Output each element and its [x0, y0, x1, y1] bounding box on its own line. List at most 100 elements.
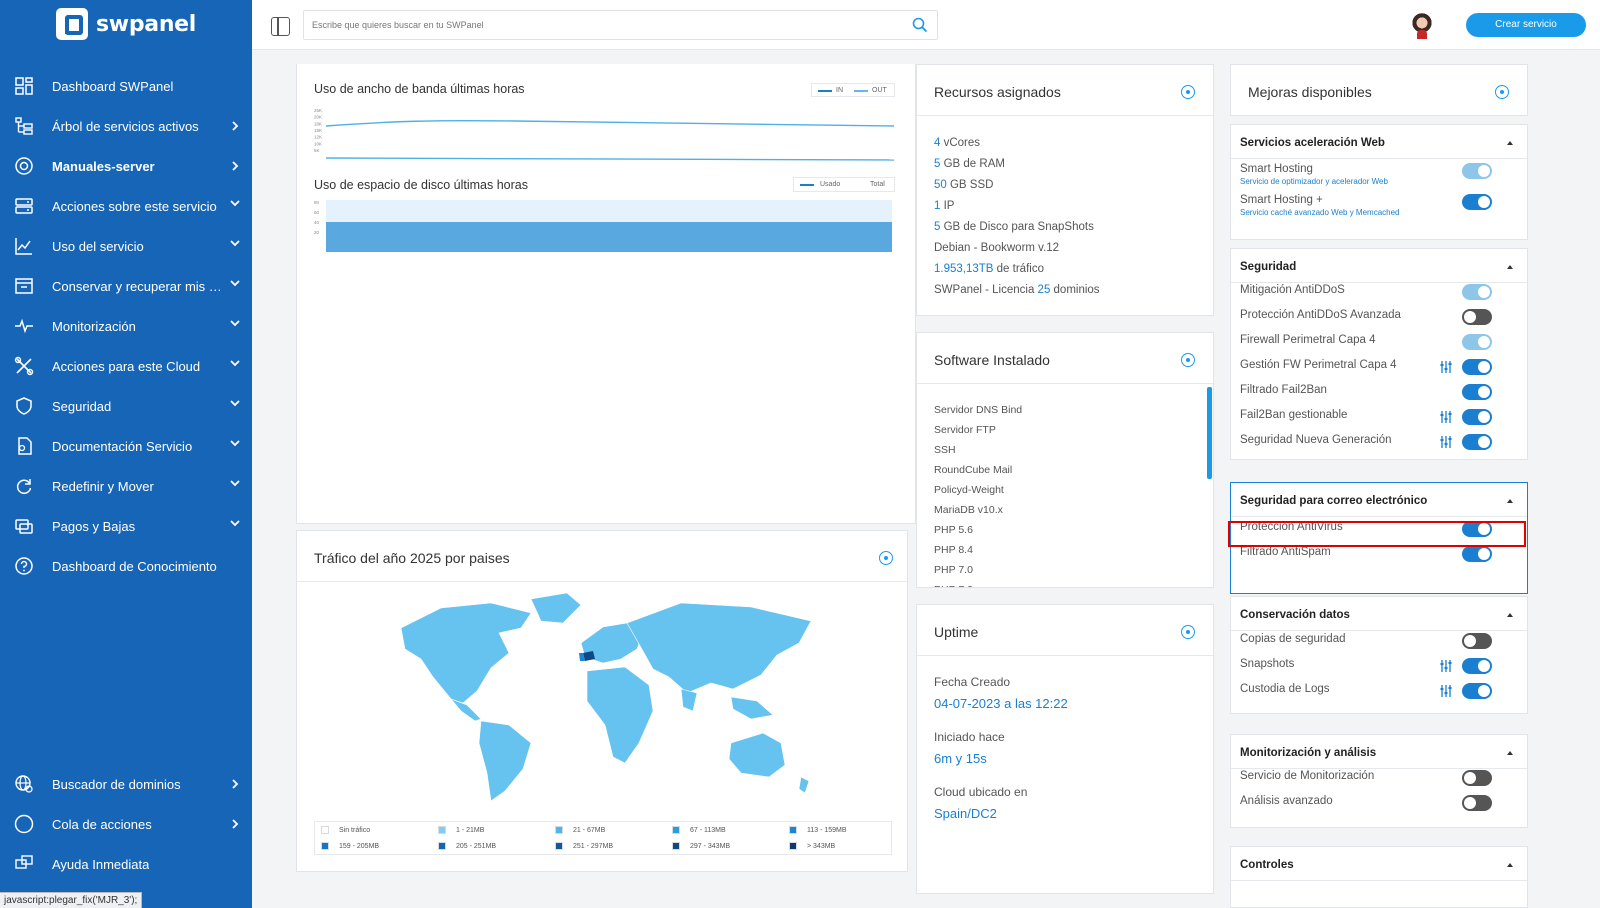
section-title: Monitorización y análisis: [1240, 747, 1377, 759]
software-scrollbar[interactable]: [1207, 387, 1212, 479]
collapse-caret-icon[interactable]: [1507, 751, 1513, 755]
collapse-caret-icon[interactable]: [1507, 499, 1513, 503]
resource-line: 5 GB de Disco para SnapShots: [934, 221, 1094, 233]
legend-label: 205 - 251MB: [456, 842, 497, 850]
traffic-info-icon[interactable]: [879, 551, 893, 565]
software-item: MariaDB v10.x: [934, 504, 1003, 516]
option-toggle[interactable]: [1462, 309, 1492, 325]
sidebar-item-dashboard-de-conocimiento[interactable]: Dashboard de Conocimiento: [0, 550, 252, 582]
sidebar-item-seguridad[interactable]: Seguridad: [0, 390, 252, 422]
sidebar-item-acciones-para-este-cloud[interactable]: Acciones para este Cloud: [0, 350, 252, 382]
create-service-button[interactable]: Crear servicio: [1466, 13, 1586, 37]
resource-line: 1 IP: [934, 200, 954, 212]
map-asia: [626, 602, 812, 694]
collapse-sidebar-icon[interactable]: [271, 16, 290, 36]
sidebar-item-uso-del-servicio[interactable]: Uso del servicio: [0, 230, 252, 262]
sidebar-item-buscador-de-dominios[interactable]: Buscador de dominios: [0, 768, 252, 800]
resource-value: 25: [1037, 284, 1051, 296]
resources-info-icon[interactable]: [1181, 85, 1195, 99]
option-toggle[interactable]: [1462, 284, 1492, 300]
resource-line: 5 GB de RAM: [934, 158, 1005, 170]
option-label: Mitigación AntiDDoS: [1240, 284, 1345, 296]
improvements-section: Conservación datos Copias de seguridad Sna…: [1230, 596, 1528, 714]
option-toggle[interactable]: [1462, 658, 1492, 674]
sidebar-item-manuales-server[interactable]: Manuales-server: [0, 150, 252, 182]
option-toggle[interactable]: [1462, 770, 1492, 786]
settings-sliders-icon[interactable]: [1440, 436, 1452, 448]
legend-total-label: Total: [870, 181, 885, 188]
sidebar-item-monitorizacion[interactable]: Monitorización: [0, 310, 252, 342]
uptime-info-icon[interactable]: [1181, 625, 1195, 639]
collapse-caret-icon[interactable]: [1507, 613, 1513, 617]
actions-icon: [15, 198, 33, 214]
option-toggle[interactable]: [1462, 334, 1492, 350]
sidebar-item-pagos-y-bajas[interactable]: Pagos y Bajas: [0, 510, 252, 542]
legend-swatch: [321, 842, 329, 850]
traffic-title: Tráfico del año 2025 por paises: [314, 550, 510, 566]
payments-icon: [15, 519, 33, 534]
legend-label: 67 - 113MB: [690, 826, 726, 834]
search-icon[interactable]: [912, 17, 928, 33]
software-panel: Software Instalado Servidor DNS Bind Serv…: [916, 332, 1214, 588]
queue-icon: [14, 814, 34, 834]
bandwidth-in-line: [325, 119, 894, 127]
resource-value: 1.953,13TB: [934, 263, 994, 275]
map-legend-item: 297 - 343MB: [672, 842, 730, 850]
uptime-panel: Uptime Fecha Creado 04-07-2023 a las 12:…: [916, 604, 1214, 894]
sidebar-item-conservar-y-recuperar-mis-dat[interactable]: Conservar y recuperar mis dat...: [0, 270, 252, 302]
chevron-down-icon: [230, 320, 240, 327]
option-toggle[interactable]: [1462, 546, 1492, 562]
usage-charts-panel: Uso de ancho de banda últimas horas IN O…: [296, 64, 916, 524]
option-toggle[interactable]: [1462, 683, 1492, 699]
highlight-antivirus: [1228, 521, 1526, 547]
top-bar: Crear servicio: [252, 0, 1600, 50]
brand-logo[interactable]: swpanel: [56, 8, 196, 40]
option-toggle[interactable]: [1462, 163, 1492, 179]
collapse-caret-icon[interactable]: [1507, 863, 1513, 867]
refresh-icon: [16, 479, 32, 494]
y-tick-label: 60: [314, 210, 320, 215]
collapse-caret-icon[interactable]: [1507, 265, 1513, 269]
legend-label: > 343MB: [807, 842, 836, 850]
option-label: Filtrado Fail2Ban: [1240, 384, 1327, 396]
map-legend: Sin tráfico 1 - 21MB 21 - 67MB 67 - 113MB 11…: [314, 821, 892, 855]
sidebar-item-ayuda-inmediata[interactable]: Ayuda Inmediata: [0, 848, 252, 880]
chevron-down-icon: [230, 520, 240, 527]
sidebar-item-arbol-de-servicios-activos[interactable]: Árbol de servicios activos: [0, 110, 252, 142]
map-greenland: [530, 593, 582, 624]
chevron-down-icon: [230, 440, 240, 447]
option-toggle[interactable]: [1462, 434, 1492, 450]
settings-sliders-icon[interactable]: [1440, 660, 1452, 672]
sidebar-item-redefinir-y-mover[interactable]: Redefinir y Mover: [0, 470, 252, 502]
y-tick-label: 40: [314, 220, 320, 225]
settings-sliders-icon[interactable]: [1440, 361, 1452, 373]
sidebar-item-label: Uso del servicio: [52, 238, 144, 254]
search-input[interactable]: [304, 11, 894, 39]
map-legend-item: 21 - 67MB: [555, 826, 605, 834]
disk-legend: Usado Total: [793, 177, 895, 192]
map-legend-item: 113 - 159MB: [789, 826, 847, 834]
map-new-zealand: [798, 776, 810, 794]
user-avatar[interactable]: [1409, 13, 1435, 39]
software-info-icon[interactable]: [1181, 353, 1195, 367]
settings-sliders-icon[interactable]: [1440, 411, 1452, 423]
sidebar-item-cola-de-acciones[interactable]: Cola de acciones: [0, 808, 252, 840]
option-toggle[interactable]: [1462, 409, 1492, 425]
sidebar-item-documentacion-servicio[interactable]: Documentación Servicio: [0, 430, 252, 462]
option-toggle[interactable]: [1462, 384, 1492, 400]
option-toggle[interactable]: [1462, 194, 1492, 210]
legend-label: Sin tráfico: [339, 826, 371, 834]
resource-text: GB de Disco para SnapShots: [940, 221, 1094, 233]
legend-in-swatch: [818, 90, 832, 92]
improvements-info-icon[interactable]: [1495, 85, 1509, 99]
sidebar-item-dashboard-swpanel[interactable]: Dashboard SWPanel: [0, 70, 252, 102]
legend-label: 297 - 343MB: [690, 842, 731, 850]
option-toggle[interactable]: [1462, 359, 1492, 375]
collapse-caret-icon[interactable]: [1507, 141, 1513, 145]
sidebar-item-acciones-sobre-este-servicio[interactable]: Acciones sobre este servicio: [0, 190, 252, 222]
uptime-created-label: Fecha Creado: [934, 675, 1011, 689]
settings-sliders-icon[interactable]: [1440, 685, 1452, 697]
option-toggle[interactable]: [1462, 633, 1492, 649]
option-label: Fail2Ban gestionable: [1240, 409, 1348, 421]
option-toggle[interactable]: [1462, 795, 1492, 811]
